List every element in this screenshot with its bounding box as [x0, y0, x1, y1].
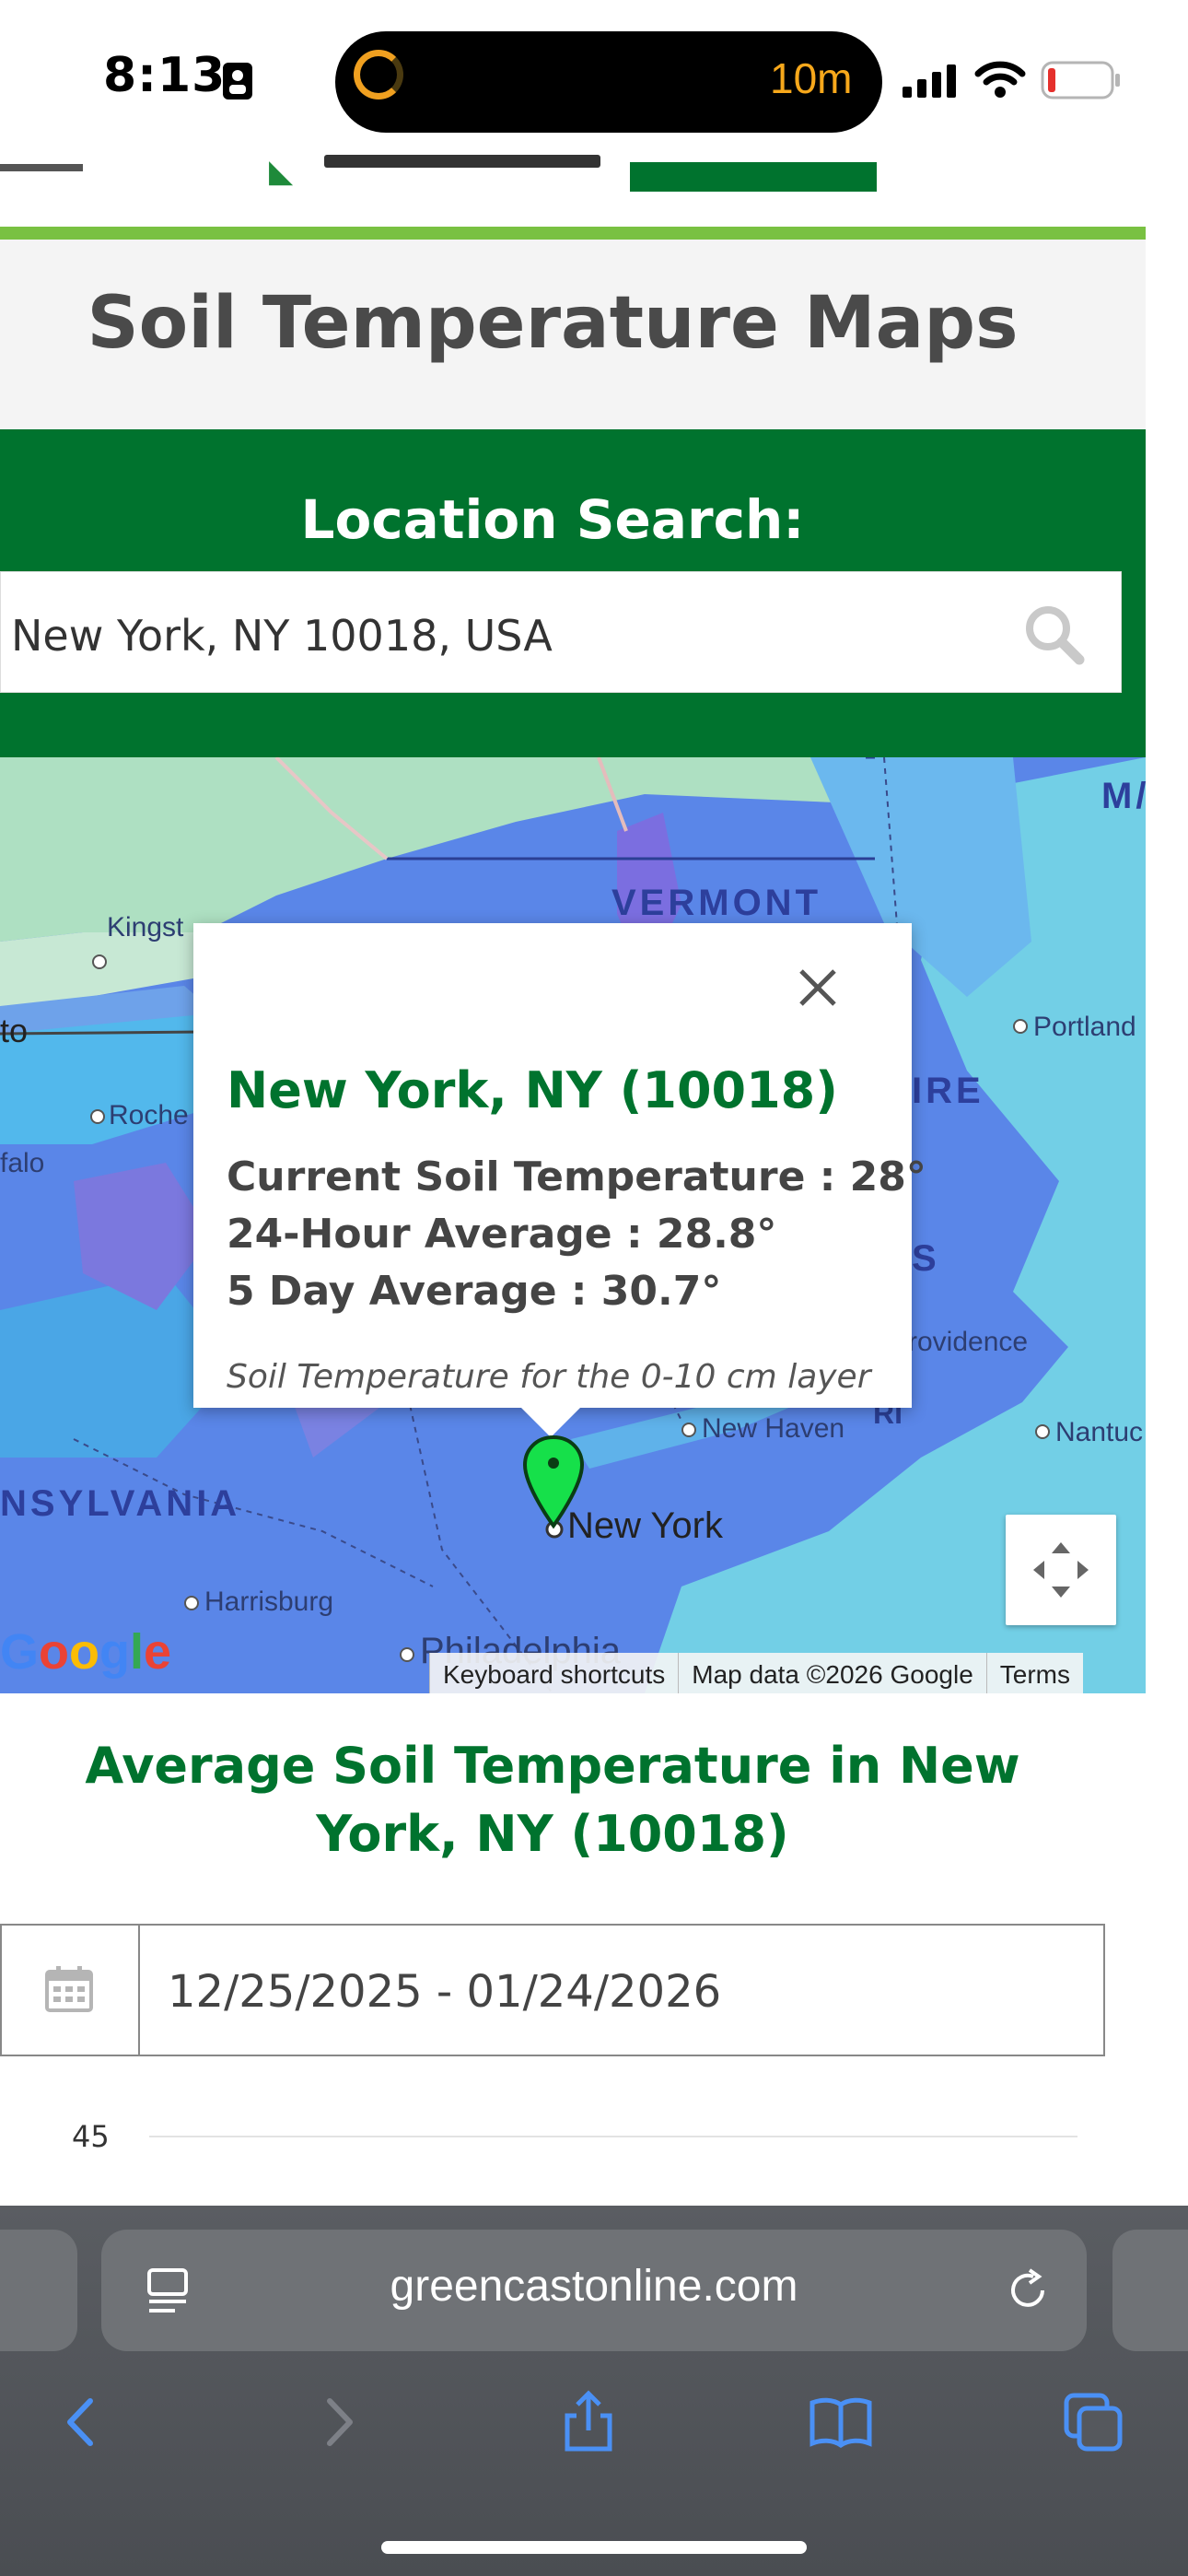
signal-icon	[903, 64, 956, 98]
search-icon[interactable]	[1020, 601, 1087, 667]
url-text[interactable]: greencastonline.com	[101, 2261, 1087, 2312]
map-city-new-haven: New Haven	[702, 1413, 845, 1444]
battery-icon	[1041, 61, 1120, 100]
next-tab-preview[interactable]	[1112, 2230, 1188, 2351]
map-city-buffalo: falo	[0, 1148, 45, 1178]
map-label-vermont: VERMONT	[611, 883, 821, 923]
search-label: Location Search:	[300, 488, 805, 551]
home-indicator[interactable]	[381, 2541, 807, 2554]
header-button[interactable]	[630, 162, 877, 192]
location-pin-icon[interactable]	[521, 1434, 586, 1529]
chart-title: Average Soil Temperature in New York, NY…	[85, 1737, 1020, 1863]
fullscreen-icon	[1033, 1542, 1089, 1598]
fullscreen-button[interactable]	[1006, 1515, 1116, 1625]
popup-tail	[519, 1406, 582, 1437]
forward-icon[interactable]	[306, 2390, 370, 2454]
map-attribution: Keyboard shortcuts Map data ©2026 Google…	[429, 1653, 1083, 1693]
map-city-nantucket: Nantuc	[1055, 1417, 1144, 1447]
map-city-portland: Portland	[1033, 1012, 1136, 1042]
activity-timer: 10m	[770, 54, 853, 102]
terms-link[interactable]: Terms	[985, 1653, 1083, 1693]
share-icon[interactable]	[556, 2390, 621, 2454]
chart-y-tick: 45	[72, 2119, 110, 2154]
map-label-pennsylvania: NSYLVANIA	[0, 1483, 241, 1524]
logo-leaf-icon: ◣	[269, 153, 294, 190]
map-label-maine: M/	[1101, 776, 1146, 816]
current-soil-temperature: Current Soil Temperature : 28°	[227, 1153, 926, 1200]
popup-layer-note: Soil Temperature for the 0-10 cm layer	[227, 1358, 871, 1396]
5-day-average: 5 Day Average : 30.7°	[227, 1268, 722, 1315]
map-city-new-york: New York	[567, 1505, 723, 1546]
back-icon[interactable]	[50, 2390, 114, 2454]
site-header	[0, 162, 1146, 232]
google-logo[interactable]: Google	[0, 1623, 171, 1680]
reload-icon[interactable]	[1002, 2265, 1054, 2316]
wifi-icon	[974, 61, 1026, 98]
keyboard-shortcuts-link[interactable]: Keyboard shortcuts	[429, 1653, 678, 1693]
map-data-text: Map data ©2026 Google	[678, 1653, 986, 1693]
date-range-value[interactable]: 12/25/2025 - 01/24/2026	[168, 1966, 721, 2018]
focus-badge-icon	[223, 63, 252, 100]
menu-bar-fragment[interactable]	[0, 164, 83, 171]
chart-gridline	[149, 2136, 1077, 2137]
map-city-rochester: Roche	[109, 1100, 189, 1130]
page-title: Soil Temperature Maps	[87, 282, 1019, 365]
timer-ring-icon	[354, 50, 403, 100]
map-city-providence: rovidence	[908, 1327, 1029, 1357]
calendar-icon	[45, 1966, 93, 2012]
map-label-massachusetts: S	[912, 1238, 940, 1279]
map-city-harrisburg: Harrisburg	[204, 1587, 334, 1617]
site-logo[interactable]	[324, 155, 600, 168]
popup-location-title: New York, NY (10018)	[227, 1061, 838, 1119]
location-search-input[interactable]	[11, 608, 987, 663]
map-label-new-hampshire: IRE	[912, 1071, 984, 1111]
previous-tab-preview[interactable]	[0, 2230, 77, 2351]
close-icon[interactable]	[790, 960, 845, 1015]
tabs-icon[interactable]	[1061, 2390, 1125, 2454]
map-city-toronto: to	[0, 1012, 29, 1049]
header-divider	[0, 227, 1146, 240]
status-time: 8:13	[103, 48, 227, 103]
map-city-kingston: Kingst	[107, 912, 184, 943]
24-hour-average: 24-Hour Average : 28.8°	[227, 1211, 777, 1258]
bookmarks-icon[interactable]	[809, 2390, 873, 2454]
